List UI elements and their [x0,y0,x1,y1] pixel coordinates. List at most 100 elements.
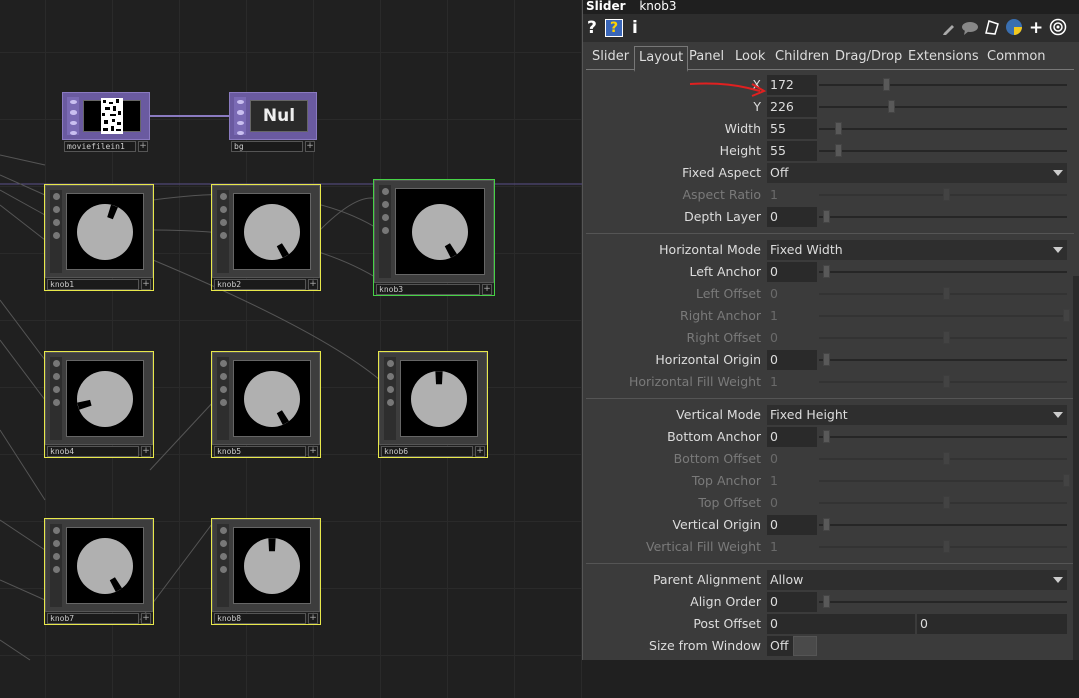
knob-node[interactable]: knob4 + [44,351,154,458]
comment-icon[interactable] [961,20,979,36]
tab-panel[interactable]: Panel [686,49,727,65]
param-label: Left Anchor [689,264,761,279]
param-dropdown[interactable]: Fixed Width [767,240,1067,260]
param-value-field[interactable]: 172 [767,75,817,95]
canvas-background [582,660,1079,698]
node-label[interactable]: knob3 [376,284,480,295]
parameter-tabs: Slider Layout Panel Look Children Drag/Drop Ex… [586,42,1074,72]
param-value-field[interactable]: 226 [767,97,817,117]
knob-node[interactable]: knob8 + [211,518,321,625]
param-vertical-fill-weight: Vertical Fill Weight 1 [583,536,1073,558]
tab-slider[interactable]: Slider [589,49,632,65]
network-editor[interactable]: moviefilein1 + Nul bg + knob1 + knob2 + … [0,0,582,698]
param-slider-handle [943,331,950,344]
tab-children[interactable]: Children [772,49,832,65]
param-slider-handle[interactable] [883,78,890,91]
info-button[interactable]: i [632,18,638,38]
node-label[interactable]: knob6 [381,446,473,457]
python-help-button[interactable]: ? [605,19,623,37]
knob-preview [233,527,311,604]
param-slider-handle[interactable] [823,430,830,443]
param-slider-handle[interactable] [835,122,842,135]
param-slider-handle[interactable] [835,144,842,157]
help-button[interactable]: ? [587,18,597,38]
param-value-field[interactable]: 0 [767,427,817,447]
param-dropdown[interactable]: Fixed Height [767,405,1067,425]
node-plus-button[interactable]: + [141,613,151,624]
node-plus-button[interactable]: + [308,446,318,457]
node-label[interactable]: knob5 [214,446,306,457]
panel-scrollbar[interactable] [1073,276,1079,660]
moviefilein-node[interactable]: moviefilein1 + [62,92,150,152]
param-value-field[interactable]: 55 [767,119,817,139]
param-slider-track[interactable] [819,271,1067,273]
param-value-field[interactable]: 55 [767,141,817,161]
node-label[interactable]: bg [231,141,303,152]
knob-node[interactable]: knob3 + [373,179,495,296]
param-slider-handle[interactable] [823,265,830,278]
node-label[interactable]: knob4 [47,446,139,457]
param-value-field: 1 [770,187,778,202]
param-slider-handle[interactable] [823,210,830,223]
param-dropdown[interactable]: Off [767,163,1067,183]
param-slider-track[interactable] [819,436,1067,438]
target-icon[interactable] [1049,18,1067,36]
param-slider-track[interactable] [819,359,1067,361]
node-plus-button[interactable]: + [475,446,485,457]
node-label[interactable]: knob8 [214,613,306,624]
knob-node[interactable]: knob2 + [211,184,321,291]
param-slider-handle[interactable] [823,518,830,531]
param-slider-track[interactable] [819,84,1067,86]
node-plus-button[interactable]: + [308,613,318,624]
param-slider-track[interactable] [819,128,1067,130]
node-flag-rail [379,185,391,278]
param-value-field[interactable]: 0 [767,515,817,535]
param-slider-track[interactable] [819,106,1067,108]
param-value-field[interactable]: 0 [767,614,915,634]
pencil-icon[interactable] [941,20,957,36]
knob-node[interactable]: knob5 + [211,351,321,458]
knob-node[interactable]: knob6 + [378,351,488,458]
toggle-switch[interactable] [793,636,817,656]
param-slider-track[interactable] [819,150,1067,152]
node-label[interactable]: knob2 [214,279,306,290]
param-label: Left Offset [695,286,761,301]
knob-node[interactable]: knob7 + [44,518,154,625]
param-toggle[interactable]: Off [767,636,817,656]
param-value-field[interactable]: 0 [767,350,817,370]
node-label[interactable]: knob1 [47,279,139,290]
param-value-field[interactable]: 0 [917,614,1067,634]
operator-type: Slider [586,0,626,13]
node-plus-button[interactable]: + [141,279,151,290]
param-slider-handle[interactable] [823,595,830,608]
param-value-field[interactable]: 0 [767,262,817,282]
tab-dragdrop[interactable]: Drag/Drop [832,49,905,65]
param-value-field[interactable]: 0 [767,207,817,227]
param-slider-track[interactable] [819,524,1067,526]
param-slider-track[interactable] [819,216,1067,218]
operator-name[interactable]: knob3 [639,0,676,13]
param-slider-handle[interactable] [887,100,895,113]
node-plus-button[interactable]: + [482,284,492,295]
tab-extensions[interactable]: Extensions [905,49,982,65]
clone-icon[interactable] [983,18,1001,36]
node-label[interactable]: knob7 [47,613,139,624]
param-value-field[interactable]: 0 [767,592,817,612]
node-body [45,352,153,445]
param-slider-handle [943,452,950,465]
param-dropdown[interactable]: Allow [767,570,1067,590]
add-button[interactable]: + [1029,18,1043,38]
python-icon[interactable] [1005,18,1023,36]
node-plus-button[interactable]: + [138,141,148,152]
bg-node[interactable]: Nul bg + [229,92,317,152]
node-plus-button[interactable]: + [305,141,315,152]
tab-common[interactable]: Common [984,49,1049,65]
knob-node[interactable]: knob1 + [44,184,154,291]
tab-layout[interactable]: Layout [634,46,689,72]
param-slider-track[interactable] [819,601,1067,603]
node-label[interactable]: moviefilein1 [64,141,136,152]
node-plus-button[interactable]: + [141,446,151,457]
param-slider-handle[interactable] [823,353,830,366]
node-plus-button[interactable]: + [308,279,318,290]
tab-look[interactable]: Look [732,49,768,65]
